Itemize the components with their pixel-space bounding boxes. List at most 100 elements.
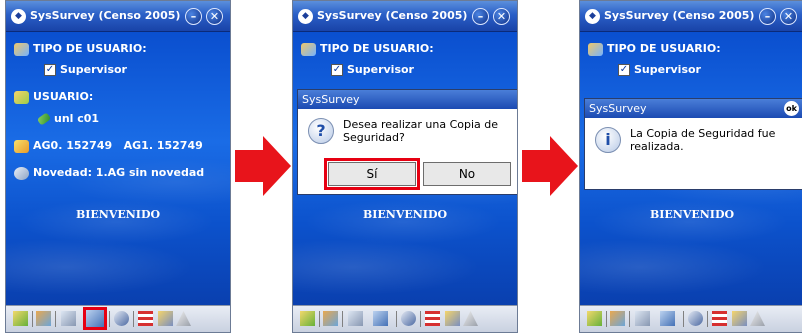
supervisor-checkbox[interactable]: ✓ [44, 64, 56, 76]
toolbar-separator [683, 311, 684, 327]
toolbar-separator [109, 311, 110, 327]
start-icon[interactable]: ◆ [11, 9, 26, 24]
novedad-icon [14, 166, 29, 180]
start-icon[interactable]: ◆ [585, 9, 600, 24]
toolbar-separator [133, 311, 134, 327]
window-title: SysSurvey (Censo 2005) [604, 9, 755, 22]
tipo-usuario-row: TIPO DE USUARIO: [14, 42, 147, 56]
users-icon [301, 42, 316, 56]
toolbar-separator [707, 311, 708, 327]
dialog-message-line1: Desea realizar una Copia de [343, 118, 499, 131]
edit-icon[interactable] [445, 311, 460, 326]
tipo-usuario-row: TIPO DE USUARIO: [588, 42, 721, 56]
save-icon[interactable] [660, 311, 675, 326]
usuario-label: USUARIO: [33, 90, 94, 103]
users-icon[interactable] [36, 311, 51, 326]
dialog-message: La Copia de Seguridad fue realizada. [630, 127, 775, 153]
minimize-button[interactable]: – [759, 8, 776, 25]
info-dialog: SysSurvey ok i La Copia de Seguridad fue… [584, 98, 802, 190]
device-screen-1: ◆ SysSurvey (Censo 2005) – ✕ TIPO DE USU… [5, 0, 231, 333]
device-screen-2: ◆ SysSurvey (Censo 2005) – ✕ TIPO DE USU… [292, 0, 518, 333]
no-button[interactable]: No [423, 162, 511, 186]
tipo-usuario-label: TIPO DE USUARIO: [320, 42, 434, 55]
window-title: SysSurvey (Censo 2005) [30, 9, 181, 22]
question-icon: ? [308, 118, 334, 144]
supervisor-row[interactable]: ✓ Supervisor [331, 63, 414, 76]
users-icon[interactable] [323, 311, 338, 326]
novedad-row: Novedad: 1.AG sin novedad [14, 166, 204, 180]
window-title: SysSurvey (Censo 2005) [317, 9, 468, 22]
flag-icon[interactable] [425, 311, 440, 326]
toolbar-separator [55, 311, 56, 327]
device-screen-3: ◆ SysSurvey (Censo 2005) – ✕ TIPO DE USU… [579, 0, 802, 333]
toolbar-separator [396, 311, 397, 327]
folder-icon[interactable] [13, 311, 28, 326]
confirm-dialog: SysSurvey ? Desea realizar una Copia de … [297, 89, 517, 195]
close-button[interactable]: ✕ [493, 8, 510, 25]
bottom-toolbar [6, 305, 230, 332]
save-icon[interactable] [373, 311, 388, 326]
save-icon[interactable] [83, 307, 107, 330]
welcome-text: BIENVENIDO [362, 208, 448, 221]
arrow-right-icon [235, 136, 291, 196]
dialog-message-line2: realizada. [630, 140, 684, 153]
supervisor-label: Supervisor [347, 63, 414, 76]
welcome-text: BIENVENIDO [649, 208, 735, 221]
supervisor-row[interactable]: ✓ Supervisor [618, 63, 701, 76]
minimize-button[interactable]: – [472, 8, 489, 25]
main-panel: TIPO DE USUARIO: ✓ Supervisor USUARIO: un… [6, 32, 230, 307]
users-icon[interactable] [610, 311, 625, 326]
start-icon[interactable]: ◆ [298, 9, 313, 24]
user-icon [14, 90, 29, 104]
novedad-value: Novedad: 1.AG sin novedad [33, 166, 205, 179]
toolbar-separator [342, 311, 343, 327]
pencil-icon [36, 112, 52, 126]
up-icon[interactable] [750, 311, 765, 326]
toolbar-separator [629, 311, 630, 327]
refresh-icon[interactable] [401, 311, 416, 326]
copy-icon[interactable] [61, 311, 76, 326]
toolbar-separator [319, 311, 320, 327]
ag1-value: AG1. 152749 [123, 139, 203, 152]
up-icon[interactable] [176, 311, 191, 326]
supervisor-row[interactable]: ✓ Supervisor [44, 63, 127, 76]
title-bar: ◆ SysSurvey (Censo 2005) – ✕ [580, 1, 802, 32]
tipo-usuario-label: TIPO DE USUARIO: [607, 42, 721, 55]
up-icon[interactable] [463, 311, 478, 326]
edit-icon[interactable] [158, 311, 173, 326]
edit-icon[interactable] [732, 311, 747, 326]
yes-button[interactable]: Sí [324, 158, 420, 190]
toolbar-separator [32, 311, 33, 327]
folder-icon[interactable] [300, 311, 315, 326]
usuario-value-row: unl c01 [36, 112, 100, 126]
title-bar: ◆ SysSurvey (Censo 2005) – ✕ [293, 1, 517, 32]
supervisor-checkbox[interactable]: ✓ [331, 64, 343, 76]
tipo-usuario-label: TIPO DE USUARIO: [33, 42, 147, 55]
dialog-title: SysSurvey [298, 90, 517, 109]
flag-icon[interactable] [712, 311, 727, 326]
minimize-button[interactable]: – [185, 8, 202, 25]
close-button[interactable]: ✕ [780, 8, 797, 25]
toolbar-separator [420, 311, 421, 327]
close-button[interactable]: ✕ [206, 8, 223, 25]
ag-row: AG0. 152749 AG1. 152749 [14, 139, 203, 153]
refresh-icon[interactable] [114, 311, 129, 326]
refresh-icon[interactable] [688, 311, 703, 326]
folder-icon[interactable] [587, 311, 602, 326]
dialog-message: Desea realizar una Copia de Seguridad? [343, 118, 498, 144]
dialog-message-line1: La Copia de Seguridad fue [630, 127, 776, 140]
copy-icon[interactable] [348, 311, 363, 326]
usuario-value: unl c01 [54, 112, 100, 125]
ok-button[interactable]: ok [784, 101, 799, 116]
users-icon [14, 42, 29, 56]
flag-icon[interactable] [138, 311, 153, 326]
bottom-toolbar [580, 305, 802, 332]
toolbar-separator [606, 311, 607, 327]
supervisor-label: Supervisor [634, 63, 701, 76]
ag-icon [14, 139, 29, 153]
copy-icon[interactable] [635, 311, 650, 326]
dialog-message-line2: Seguridad? [343, 131, 405, 144]
supervisor-checkbox[interactable]: ✓ [618, 64, 630, 76]
users-icon [588, 42, 603, 56]
usuario-row: USUARIO: [14, 90, 93, 104]
